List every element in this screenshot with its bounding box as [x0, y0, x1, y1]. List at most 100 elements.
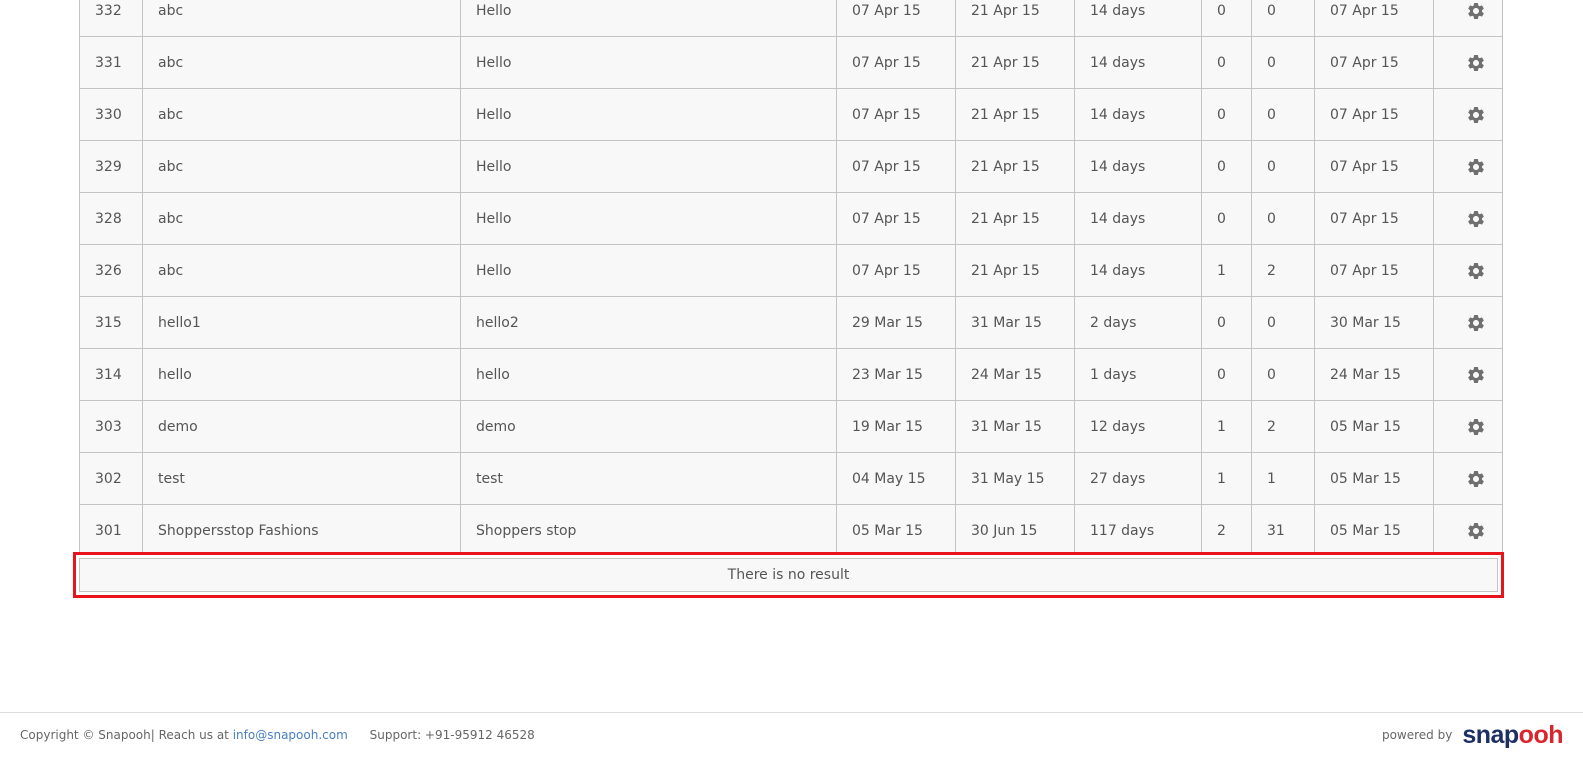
cell-name: abc	[142, 88, 461, 141]
cell-duration: 117 days	[1074, 504, 1202, 557]
gear-icon[interactable]	[1466, 1, 1486, 21]
table-row: 303 demo demo 19 Mar 15 31 Mar 15 12 days 1 2 05…	[79, 400, 1503, 453]
cell-name: hello	[142, 348, 461, 401]
powered-by-text: powered by	[1381, 728, 1453, 742]
cell-duration: 27 days	[1074, 452, 1202, 505]
cell-count-a: 0	[1201, 88, 1252, 141]
cell-end-date: 21 Apr 15	[955, 140, 1075, 193]
cell-count-a: 0	[1201, 140, 1252, 193]
cell-name: hello1	[142, 296, 461, 349]
gear-icon[interactable]	[1466, 417, 1486, 437]
cell-actions	[1433, 0, 1503, 37]
table-row: 314 hello hello 23 Mar 15 24 Mar 15 1 days 0 0 2…	[79, 348, 1503, 401]
contact-email-link[interactable]: info@snapooh.com	[233, 728, 348, 742]
cell-created-date: 05 Mar 15	[1314, 452, 1434, 505]
cell-count-a: 0	[1201, 0, 1252, 37]
cell-end-date: 24 Mar 15	[955, 348, 1075, 401]
cell-count-a: 0	[1201, 36, 1252, 89]
cell-start-date: 04 May 15	[836, 452, 956, 505]
cell-duration: 2 days	[1074, 296, 1202, 349]
cell-name: abc	[142, 140, 461, 193]
cell-id: 329	[79, 140, 143, 193]
no-result-highlight: There is no result	[73, 552, 1504, 598]
cell-id: 328	[79, 192, 143, 245]
cell-duration: 14 days	[1074, 88, 1202, 141]
cell-count-b: 0	[1251, 348, 1315, 401]
cell-start-date: 07 Apr 15	[836, 88, 956, 141]
gear-icon[interactable]	[1466, 53, 1486, 73]
support-phone: Support: +91-95912 46528	[369, 728, 535, 742]
cell-start-date: 07 Apr 15	[836, 244, 956, 297]
campaigns-table-wrapper: 332 abc Hello 07 Apr 15 21 Apr 15 14 days 0 0 07…	[79, 0, 1503, 557]
cell-duration: 14 days	[1074, 36, 1202, 89]
cell-name: abc	[142, 244, 461, 297]
cell-description: Hello	[460, 244, 837, 297]
cell-count-b: 0	[1251, 140, 1315, 193]
table-row: 331 abc Hello 07 Apr 15 21 Apr 15 14 days 0 0 07…	[79, 36, 1503, 89]
cell-count-b: 0	[1251, 88, 1315, 141]
cell-start-date: 29 Mar 15	[836, 296, 956, 349]
cell-id: 315	[79, 296, 143, 349]
cell-count-a: 2	[1201, 504, 1252, 557]
gear-icon[interactable]	[1466, 209, 1486, 229]
cell-name: Shoppersstop Fashions	[142, 504, 461, 557]
cell-count-a: 1	[1201, 244, 1252, 297]
cell-actions	[1433, 400, 1503, 453]
cell-description: test	[460, 452, 837, 505]
gear-icon[interactable]	[1466, 469, 1486, 489]
cell-duration: 14 days	[1074, 244, 1202, 297]
cell-created-date: 30 Mar 15	[1314, 296, 1434, 349]
cell-name: test	[142, 452, 461, 505]
gear-icon[interactable]	[1466, 157, 1486, 177]
brand-logo[interactable]: snapooh	[1462, 721, 1563, 749]
cell-count-b: 0	[1251, 296, 1315, 349]
cell-created-date: 05 Mar 15	[1314, 400, 1434, 453]
cell-actions	[1433, 36, 1503, 89]
cell-name: abc	[142, 0, 461, 37]
gear-icon[interactable]	[1466, 365, 1486, 385]
gear-icon[interactable]	[1466, 261, 1486, 281]
cell-duration: 14 days	[1074, 192, 1202, 245]
cell-description: Hello	[460, 140, 837, 193]
cell-end-date: 31 May 15	[955, 452, 1075, 505]
gear-icon[interactable]	[1466, 105, 1486, 125]
cell-start-date: 19 Mar 15	[836, 400, 956, 453]
cell-description: Hello	[460, 88, 837, 141]
cell-actions	[1433, 244, 1503, 297]
logo-text-part1: snap	[1462, 721, 1519, 749]
cell-id: 314	[79, 348, 143, 401]
cell-end-date: 31 Mar 15	[955, 400, 1075, 453]
table-body: 332 abc Hello 07 Apr 15 21 Apr 15 14 days 0 0 07…	[79, 0, 1503, 557]
cell-created-date: 07 Apr 15	[1314, 192, 1434, 245]
table-row: 328 abc Hello 07 Apr 15 21 Apr 15 14 days 0 0 07…	[79, 192, 1503, 245]
cell-count-b: 0	[1251, 36, 1315, 89]
no-result-text: There is no result	[727, 567, 850, 583]
table-row: 302 test test 04 May 15 31 May 15 27 days 1 1 05…	[79, 452, 1503, 505]
cell-end-date: 21 Apr 15	[955, 0, 1075, 37]
cell-count-b: 2	[1251, 400, 1315, 453]
cell-actions	[1433, 140, 1503, 193]
cell-actions	[1433, 504, 1503, 557]
cell-name: demo	[142, 400, 461, 453]
cell-actions	[1433, 452, 1503, 505]
cell-created-date: 07 Apr 15	[1314, 244, 1434, 297]
cell-actions	[1433, 88, 1503, 141]
cell-start-date: 07 Apr 15	[836, 0, 956, 37]
cell-end-date: 30 Jun 15	[955, 504, 1075, 557]
gear-icon[interactable]	[1466, 521, 1486, 541]
cell-end-date: 21 Apr 15	[955, 244, 1075, 297]
cell-start-date: 07 Apr 15	[836, 140, 956, 193]
cell-actions	[1433, 192, 1503, 245]
no-result-row: There is no result	[79, 558, 1498, 592]
cell-description: Hello	[460, 192, 837, 245]
cell-end-date: 31 Mar 15	[955, 296, 1075, 349]
cell-created-date: 07 Apr 15	[1314, 36, 1434, 89]
table-row: 329 abc Hello 07 Apr 15 21 Apr 15 14 days 0 0 07…	[79, 140, 1503, 193]
cell-end-date: 21 Apr 15	[955, 192, 1075, 245]
cell-created-date: 07 Apr 15	[1314, 140, 1434, 193]
cell-id: 331	[79, 36, 143, 89]
gear-icon[interactable]	[1466, 313, 1486, 333]
cell-count-b: 0	[1251, 0, 1315, 37]
footer-right: powered by snapooh	[1381, 721, 1564, 749]
table-row: 330 abc Hello 07 Apr 15 21 Apr 15 14 days 0 0 07…	[79, 88, 1503, 141]
